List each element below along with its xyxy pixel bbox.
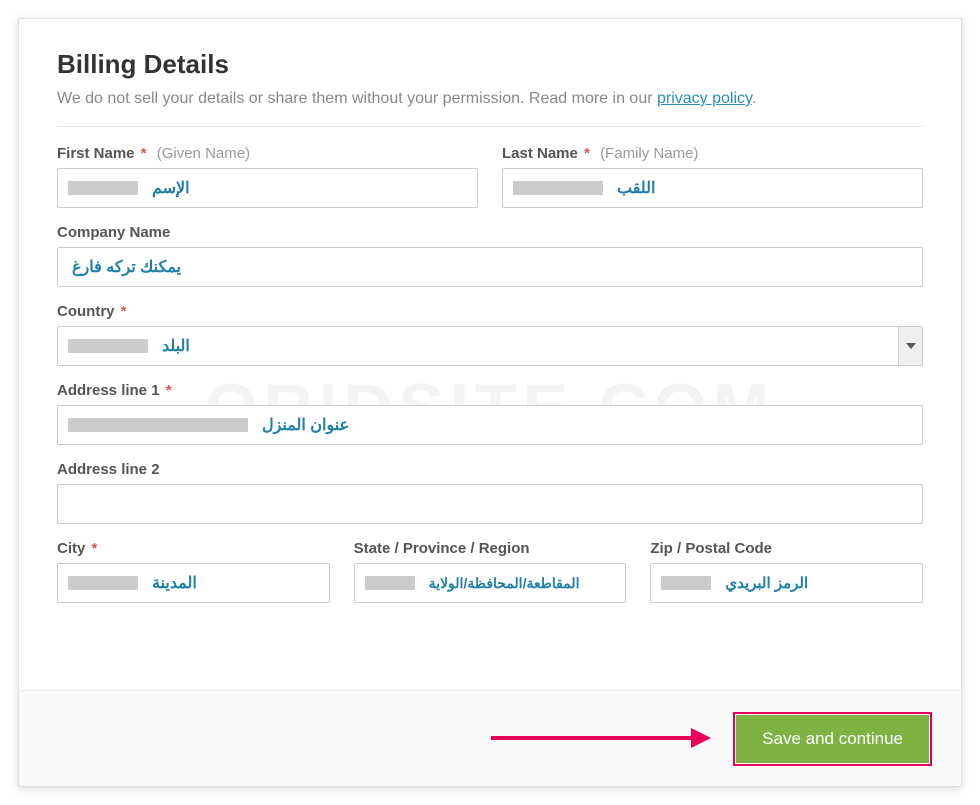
subtitle-post: .	[752, 90, 756, 107]
redacted-bar	[68, 576, 138, 590]
label-text: State / Province / Region	[354, 540, 530, 557]
field-country: Country * البلد	[57, 303, 923, 366]
label-address2: Address line 2	[57, 461, 923, 478]
label-last-name: Last Name * (Family Name)	[502, 145, 923, 162]
redacted-bar	[68, 181, 138, 195]
row-name: First Name * (Given Name) الإسم Last Nam…	[57, 145, 923, 208]
required-mark: *	[92, 540, 98, 557]
label-state: State / Province / Region	[354, 540, 627, 557]
row-country: Country * البلد	[57, 303, 923, 366]
subtitle-pre: We do not sell your details or share the…	[57, 90, 657, 107]
annotation-state: المقاطعة/المحافظة/الولاية	[429, 575, 580, 592]
country-select[interactable]: البلد	[57, 326, 923, 366]
chevron-down-icon[interactable]	[898, 327, 922, 365]
redacted-bar	[365, 576, 415, 590]
zip-input[interactable]: الرمز البريدي	[650, 563, 923, 603]
label-company: Company Name	[57, 224, 923, 241]
annotation-zip: الرمز البريدي	[725, 574, 808, 592]
required-mark: *	[166, 382, 172, 399]
field-city: City * المدينة	[57, 540, 330, 603]
footer-bar: Save and continue	[19, 690, 961, 786]
label-hint: (Given Name)	[157, 145, 250, 162]
address1-input[interactable]: عنوان المنزل	[57, 405, 923, 445]
annotation-city: المدينة	[152, 573, 197, 593]
label-zip: Zip / Postal Code	[650, 540, 923, 557]
field-address2: Address line 2	[57, 461, 923, 524]
page-subtitle: We do not sell your details or share the…	[57, 90, 923, 108]
label-city: City *	[57, 540, 330, 557]
label-hint: (Family Name)	[600, 145, 698, 162]
form-area: Billing Details We do not sell your deta…	[19, 19, 961, 643]
address2-input[interactable]	[57, 484, 923, 524]
row-address1: Address line 1 * عنوان المنزل	[57, 382, 923, 445]
privacy-policy-link[interactable]: privacy policy	[657, 90, 752, 107]
label-text: Zip / Postal Code	[650, 540, 772, 557]
redacted-bar	[661, 576, 711, 590]
label-text: City	[57, 540, 85, 557]
row-address2: Address line 2	[57, 461, 923, 524]
divider	[57, 126, 923, 127]
field-company: Company Name يمكنك تركه فارغ	[57, 224, 923, 287]
row-company: Company Name يمكنك تركه فارغ	[57, 224, 923, 287]
label-address1: Address line 1 *	[57, 382, 923, 399]
label-first-name: First Name * (Given Name)	[57, 145, 478, 162]
label-text: Last Name	[502, 145, 578, 162]
label-text: Company Name	[57, 224, 170, 241]
field-zip: Zip / Postal Code الرمز البريدي	[650, 540, 923, 603]
redacted-bar	[68, 418, 248, 432]
arrow-icon	[491, 726, 711, 750]
annotation-address1: عنوان المنزل	[262, 415, 349, 435]
page-title: Billing Details	[57, 49, 923, 80]
field-first-name: First Name * (Given Name) الإسم	[57, 145, 478, 208]
required-mark: *	[584, 145, 590, 162]
redacted-bar	[68, 339, 148, 353]
annotation-first-name: الإسم	[152, 178, 190, 198]
field-state: State / Province / Region المقاطعة/المحا…	[354, 540, 627, 603]
annotation-company: يمكنك تركه فارغ	[72, 257, 181, 277]
label-text: First Name	[57, 145, 135, 162]
redacted-bar	[513, 181, 603, 195]
company-input[interactable]: يمكنك تركه فارغ	[57, 247, 923, 287]
state-input[interactable]: المقاطعة/المحافظة/الولاية	[354, 563, 627, 603]
label-country: Country *	[57, 303, 923, 320]
label-text: Address line 1	[57, 382, 160, 399]
required-mark: *	[141, 145, 147, 162]
label-text: Country	[57, 303, 115, 320]
last-name-input[interactable]: اللقب	[502, 168, 923, 208]
billing-form-panel: ORIDSITE.COM Billing Details We do not s…	[18, 18, 962, 787]
annotation-country: البلد	[162, 336, 190, 356]
required-mark: *	[121, 303, 127, 320]
field-address1: Address line 1 * عنوان المنزل	[57, 382, 923, 445]
city-input[interactable]: المدينة	[57, 563, 330, 603]
first-name-input[interactable]: الإسم	[57, 168, 478, 208]
save-continue-button[interactable]: Save and continue	[736, 715, 929, 763]
field-last-name: Last Name * (Family Name) اللقب	[502, 145, 923, 208]
label-text: Address line 2	[57, 461, 160, 478]
annotation-last-name: اللقب	[617, 178, 655, 198]
row-city-state-zip: City * المدينة State / Province / Region…	[57, 540, 923, 603]
